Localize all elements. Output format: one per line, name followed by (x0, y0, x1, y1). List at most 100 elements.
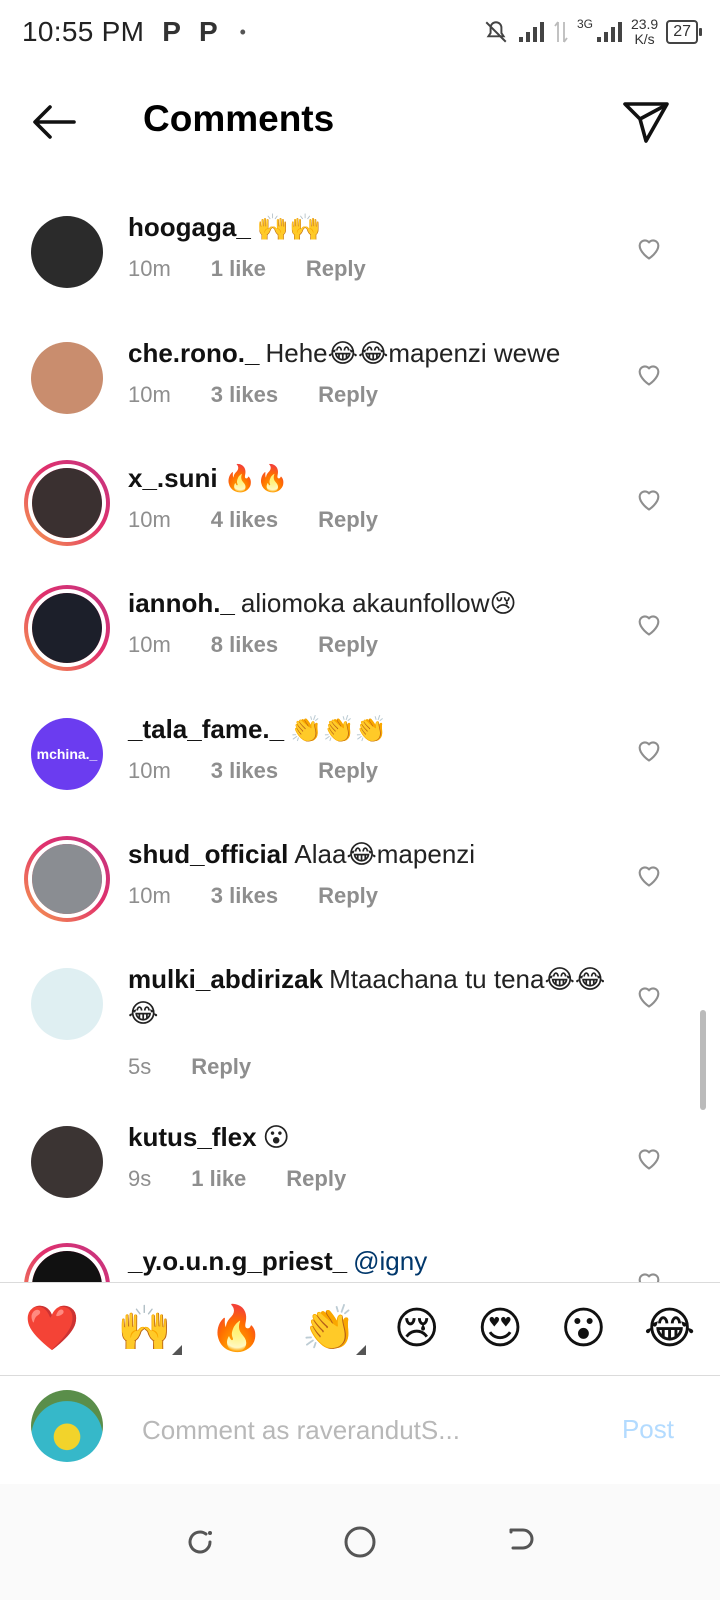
like-heart-icon[interactable] (635, 485, 663, 513)
comment-text: x_.suni 🔥🔥 (128, 461, 608, 495)
emoji-heart-button[interactable]: ❤️ (25, 1307, 80, 1351)
comment-row[interactable]: shud_official Alaa😂mapenzi 10m 3 likes Reply (0, 823, 720, 943)
comment-username[interactable]: che.rono._ (128, 338, 259, 368)
avatar[interactable] (31, 968, 103, 1040)
like-heart-icon[interactable] (635, 736, 663, 764)
like-heart-icon[interactable] (635, 982, 663, 1010)
comment-time: 10m (128, 256, 171, 281)
comment-time: 5s (128, 1054, 152, 1079)
like-heart-icon[interactable] (635, 610, 663, 638)
reply-button[interactable]: Reply (318, 632, 378, 658)
post-button[interactable]: Post (622, 1414, 674, 1445)
comment-time: 10m (128, 758, 171, 783)
notification-icon: P (198, 16, 218, 47)
emoji-laughing-button[interactable]: 😂 (644, 1307, 695, 1351)
comment-row[interactable]: mulki_abdirizak Mtaachana tu tena😂😂😂 5s Rep… (0, 948, 720, 1079)
comment-body: 😮 (262, 1122, 290, 1152)
comment-meta: 10m 3 likes Reply (128, 382, 378, 408)
signal-icon (518, 22, 544, 42)
comment-text: shud_official Alaa😂mapenzi (128, 837, 608, 871)
page-title: Comments (143, 98, 335, 139)
comment-row[interactable]: _y.o.u.n.g_priest_ @igny (0, 1230, 720, 1282)
comment-row[interactable]: iannoh._ aliomoka akaunfollow😢 10m 8 likes R… (0, 572, 720, 692)
reply-button[interactable]: Reply (318, 507, 378, 533)
signal-icon-2 (596, 22, 622, 42)
comment-username[interactable]: _tala_fame._ (128, 714, 284, 744)
comment-body: aliomoka akaunfollow😢 (240, 588, 517, 618)
emoji-raised-hands-button[interactable]: 🙌 (117, 1307, 182, 1355)
reply-button[interactable]: Reply (318, 883, 378, 909)
reply-button[interactable]: Reply (306, 256, 366, 282)
comment-time: 10m (128, 883, 171, 908)
comment-username[interactable]: _y.o.u.n.g_priest_ (128, 1246, 347, 1276)
comment-likes[interactable]: 3 likes (211, 758, 278, 784)
comments-list[interactable]: hoogaga_ 🙌🙌 10m 1 like Reply che.rono._ Hehe😂😂… (0, 196, 720, 1282)
share-button[interactable] (618, 94, 674, 150)
emoji-clap-button[interactable]: 👏 (302, 1307, 367, 1355)
avatar-border (28, 464, 106, 542)
emoji-fire-button[interactable]: 🔥 (209, 1307, 264, 1351)
avatar[interactable] (24, 460, 110, 546)
comment-meta: 10m 1 like Reply (128, 256, 366, 282)
status-icons: 3G 23.9 K/s 27 (483, 17, 702, 47)
comment-likes[interactable]: 1 like (191, 1166, 246, 1192)
emoji-clap: 👏 (301, 1303, 357, 1354)
avatar-image (31, 342, 103, 414)
emoji-surprised-button[interactable]: 😮 (560, 1307, 606, 1351)
comment-likes[interactable]: 3 likes (211, 382, 278, 408)
comment-username[interactable]: shud_official (128, 839, 288, 869)
back-nav-button[interactable] (500, 1522, 540, 1562)
reply-button[interactable]: Reply (286, 1166, 346, 1192)
reply-button[interactable]: Reply (318, 382, 378, 408)
comment-username[interactable]: hoogaga_ (128, 212, 251, 242)
comment-text: _tala_fame._ 👏👏👏 (128, 712, 608, 746)
avatar[interactable] (24, 1243, 110, 1282)
avatar[interactable] (31, 1126, 103, 1198)
home-button[interactable] (340, 1522, 380, 1562)
comment-time: 10m (128, 507, 171, 532)
comment-time: 10m (128, 632, 171, 657)
network-type: 3G (576, 17, 593, 31)
avatar[interactable] (31, 342, 103, 414)
like-heart-icon[interactable] (635, 861, 663, 889)
like-heart-icon[interactable] (635, 360, 663, 388)
reply-button[interactable]: Reply (191, 1054, 251, 1080)
comment-likes[interactable]: 3 likes (211, 883, 278, 909)
back-button[interactable] (28, 96, 80, 148)
comment-likes[interactable]: 8 likes (211, 632, 278, 658)
avatar[interactable] (24, 585, 110, 671)
comment-row[interactable]: kutus_flex 😮 9s 1 like Reply (0, 1106, 720, 1226)
comment-username[interactable]: iannoh._ (128, 588, 235, 618)
comment-row[interactable]: mchina._ _tala_fame._ 👏👏👏 10m 3 likes Reply (0, 698, 720, 818)
recents-button[interactable] (180, 1522, 220, 1562)
comment-meta: 10m 8 likes Reply (128, 632, 378, 658)
comment-username[interactable]: mulki_abdirizak (128, 964, 323, 994)
comment-text: mulki_abdirizak Mtaachana tu tena😂😂😂 (128, 962, 608, 1030)
avatar-image (31, 216, 103, 288)
comment-likes[interactable]: 1 like (211, 256, 266, 282)
avatar-border (28, 1247, 106, 1282)
avatar[interactable]: mchina._ (31, 718, 103, 790)
comment-input[interactable] (142, 1410, 572, 1450)
like-heart-icon[interactable] (635, 234, 663, 262)
header: Comments (0, 76, 720, 166)
comment-row[interactable]: hoogaga_ 🙌🙌 10m 1 like Reply (0, 196, 720, 316)
comment-text: iannoh._ aliomoka akaunfollow😢 (128, 586, 608, 620)
avatar[interactable] (24, 836, 110, 922)
scrollbar[interactable] (700, 1010, 706, 1110)
reply-button[interactable]: Reply (318, 758, 378, 784)
comment-row[interactable]: x_.suni 🔥🔥 10m 4 likes Reply (0, 447, 720, 567)
comment-likes[interactable]: 4 likes (211, 507, 278, 533)
comment-username[interactable]: kutus_flex (128, 1122, 257, 1152)
avatar-image (31, 1126, 103, 1198)
avatar[interactable] (31, 216, 103, 288)
comment-username[interactable]: x_.suni (128, 463, 218, 493)
emoji-heart-eyes-button[interactable]: 😍 (477, 1307, 523, 1351)
comment-meta: 5s Reply (128, 1054, 251, 1080)
like-heart-icon[interactable] (635, 1268, 663, 1282)
comment-row[interactable]: che.rono._ Hehe😂😂mapenzi wewe 10m 3 likes Re… (0, 322, 720, 442)
speed-unit: K/s (634, 31, 655, 47)
like-heart-icon[interactable] (635, 1144, 663, 1172)
battery-icon: 27 (666, 20, 702, 44)
emoji-crying-button[interactable]: 😢 (394, 1307, 440, 1351)
